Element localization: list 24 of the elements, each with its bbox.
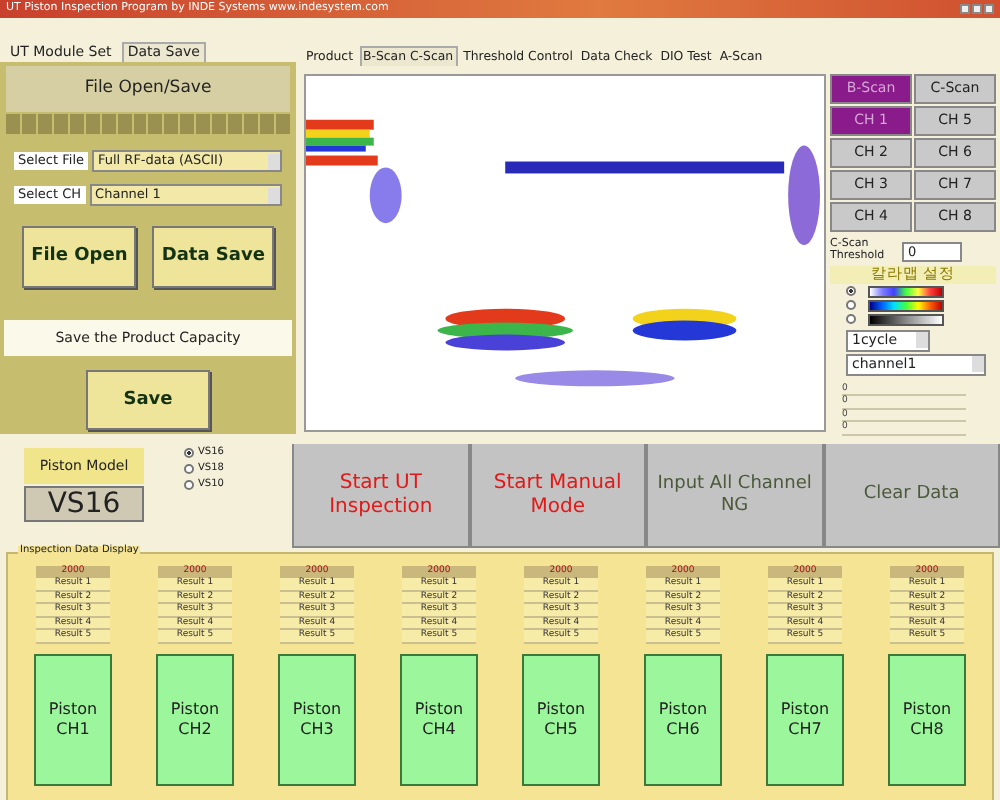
- piston-indicator: Piston CH6: [644, 653, 722, 786]
- file-open-button[interactable]: File Open: [22, 226, 137, 288]
- piston-indicator: Piston CH3: [278, 653, 356, 786]
- radio-button[interactable]: [184, 479, 194, 490]
- piston-indicator: Piston CH4: [400, 653, 478, 786]
- piston-indicator: Piston CH2: [156, 653, 234, 786]
- close-button[interactable]: [984, 4, 994, 14]
- panel-heading: File Open/Save: [6, 66, 290, 112]
- minimize-button[interactable]: [960, 4, 970, 14]
- piston-indicator: Piston CH7: [766, 653, 844, 786]
- radio-button[interactable]: [846, 314, 856, 325]
- radio-button[interactable]: [184, 464, 194, 475]
- action-button[interactable]: Input All Channel NG: [646, 444, 824, 548]
- save-button[interactable]: Save: [86, 370, 210, 431]
- radio-button[interactable]: [846, 300, 856, 311]
- piston-indicator: Piston CH1: [34, 653, 112, 786]
- maximize-button[interactable]: [972, 4, 982, 14]
- radio-button[interactable]: [846, 286, 856, 297]
- model-display: VS16: [24, 486, 144, 523]
- action-button[interactable]: Clear Data: [823, 444, 1000, 548]
- piston-indicator: Piston CH5: [522, 653, 600, 786]
- radio-button[interactable]: [184, 448, 194, 459]
- piston-indicator: Piston CH8: [888, 653, 966, 786]
- data-save-button[interactable]: Data Save: [152, 226, 275, 288]
